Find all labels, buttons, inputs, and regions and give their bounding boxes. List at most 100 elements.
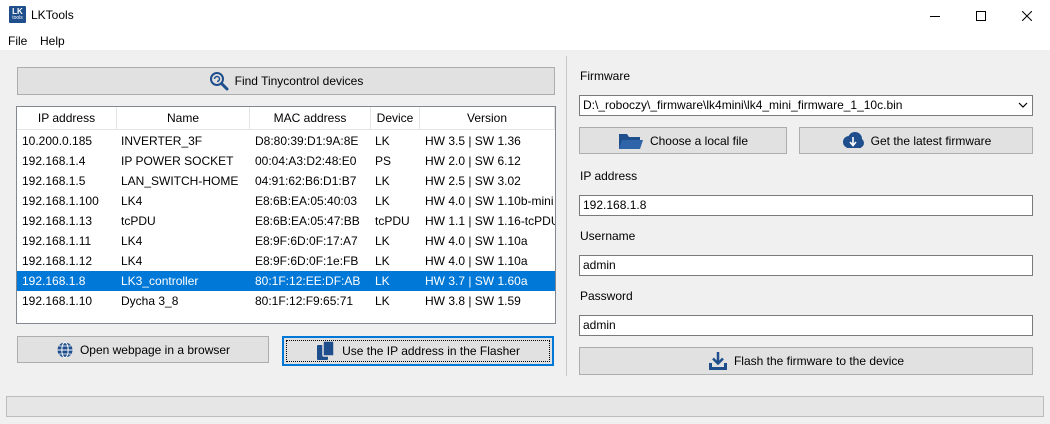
table-cell: 00:04:A3:D2:48:E0 <box>255 154 357 168</box>
close-button[interactable] <box>1004 0 1050 31</box>
table-cell: 04:91:62:B6:D1:B7 <box>255 174 357 188</box>
table-cell: HW 2.0 | SW 6.12 <box>425 154 521 168</box>
use-ip-button[interactable]: Use the IP address in the Flasher <box>282 336 554 366</box>
minimize-icon <box>930 15 940 17</box>
table-cell: LK3_controller <box>121 274 199 288</box>
username-input[interactable]: admin <box>579 255 1033 276</box>
table-row[interactable]: 192.168.1.8 LK3_controller 80:1F:12:EE:DF:… <box>17 271 555 291</box>
find-devices-button[interactable]: Find Tinycontrol devices <box>17 67 555 95</box>
username-label: Username <box>580 229 636 243</box>
table-cell: E8:9F:6D:0F:17:A7 <box>255 234 358 248</box>
menu-file[interactable]: File <box>8 34 27 48</box>
column-header[interactable]: Name <box>117 107 250 130</box>
table-cell: HW 4.0 | SW 1.10b-mini <box>425 194 554 208</box>
chevron-down-icon <box>1018 96 1028 121</box>
table-cell: 192.168.1.5 <box>22 174 86 188</box>
table-row[interactable]: 192.168.1.12 LK4 E8:9F:6D:0F:1e:FB LK HW 4.0… <box>17 251 555 271</box>
table-cell: HW 4.0 | SW 1.10a <box>425 234 528 248</box>
table-cell: tcPDU <box>121 214 156 228</box>
table-cell: LK <box>375 234 390 248</box>
table-cell: HW 4.0 | SW 1.10a <box>425 254 528 268</box>
app-logo-subtext: tools <box>12 15 23 21</box>
table-cell: PS <box>375 154 392 168</box>
table-cell: 10.200.0.185 <box>22 134 93 148</box>
column-header[interactable]: Version <box>420 107 555 130</box>
ip-address-value: 192.168.1.8 <box>583 198 647 212</box>
table-cell: 192.168.1.10 <box>22 294 93 308</box>
firmware-path-value: D:\_roboczy\_firmware\lk4mini\lk4_mini_f… <box>583 98 903 112</box>
table-cell: LK <box>375 274 390 288</box>
menu-bar: File Help <box>0 31 1050 50</box>
table-cell: LK4 <box>121 194 143 208</box>
flash-firmware-button[interactable]: Flash the firmware to the device <box>579 347 1033 375</box>
ip-address-input[interactable]: 192.168.1.8 <box>579 195 1033 216</box>
table-cell: HW 3.5 | SW 1.36 <box>425 134 521 148</box>
devices-table[interactable]: IP address Name MAC address Device Version 1… <box>16 106 556 324</box>
table-cell: 192.168.1.8 <box>22 274 86 288</box>
minimize-button[interactable] <box>912 0 958 31</box>
table-cell: 80:1F:12:EE:DF:AB <box>255 274 361 288</box>
column-header[interactable]: MAC address <box>250 107 371 130</box>
table-cell: E8:6B:EA:05:40:03 <box>255 194 358 208</box>
table-cell: D8:80:39:D1:9A:8E <box>255 134 359 148</box>
table-row[interactable]: 192.168.1.100 LK4 E8:6B:EA:05:40:03 LK HW 4.… <box>17 191 555 211</box>
magnifier-refresh-icon <box>209 72 229 91</box>
table-row[interactable]: 192.168.1.11 LK4 E8:9F:6D:0F:17:A7 LK HW 4.0… <box>17 231 555 251</box>
table-cell: E8:6B:EA:05:47:BB <box>255 214 360 228</box>
table-row[interactable]: 192.168.1.5 LAN_SWITCH-HOME 04:91:62:B6:D1… <box>17 171 555 191</box>
firmware-path-select[interactable]: D:\_roboczy\_firmware\lk4mini\lk4_mini_f… <box>579 95 1033 116</box>
table-cell: HW 3.7 | SW 1.60a <box>425 274 528 288</box>
column-header[interactable]: Device <box>371 107 420 130</box>
choose-file-label: Choose a local file <box>649 133 749 148</box>
table-cell: LK4 <box>121 234 143 248</box>
password-label: Password <box>580 289 633 303</box>
table-row[interactable]: 192.168.1.13 tcPDU E8:6B:EA:05:47:BB tcPDU H… <box>17 211 555 231</box>
open-browser-button[interactable]: Open webpage in a browser <box>17 336 269 363</box>
flash-firmware-label: Flash the firmware to the device <box>733 354 905 368</box>
latest-firmware-button[interactable]: Get the latest firmware <box>799 127 1033 154</box>
table-cell: LK4 <box>121 254 143 268</box>
open-browser-label: Open webpage in a browser <box>79 342 231 357</box>
table-cell: 192.168.1.100 <box>22 194 99 208</box>
table-cell: 192.168.1.4 <box>22 154 86 168</box>
table-cell: LK <box>375 174 390 188</box>
app-logo-icon: LK tools <box>9 6 26 23</box>
window-title: LKTools <box>31 8 74 22</box>
choose-file-button[interactable]: Choose a local file <box>579 127 787 154</box>
table-cell: 192.168.1.13 <box>22 214 93 228</box>
table-cell: 80:1F:12:F9:65:71 <box>255 294 354 308</box>
column-header[interactable]: IP address <box>17 107 117 130</box>
table-cell: LAN_SWITCH-HOME <box>121 174 239 188</box>
maximize-button[interactable] <box>958 0 1004 31</box>
menu-help[interactable]: Help <box>40 34 65 48</box>
table-cell: 192.168.1.11 <box>22 234 92 248</box>
table-cell: LK <box>375 194 390 208</box>
status-bar <box>6 396 1044 417</box>
cloud-download-icon <box>842 131 864 148</box>
title-bar: LK tools LKTools <box>0 0 1050 31</box>
table-cell: LK <box>375 254 390 268</box>
table-cell: HW 3.8 | SW 1.59 <box>425 294 521 308</box>
table-row[interactable]: 192.168.1.4 IP POWER SOCKET 00:04:A3:D2:48… <box>17 151 555 171</box>
password-value: admin <box>583 318 616 332</box>
table-cell: INVERTER_3F <box>121 134 203 148</box>
globe-icon <box>57 341 73 358</box>
use-ip-label: Use the IP address in the Flasher <box>342 344 520 358</box>
table-row[interactable]: 10.200.0.185 INVERTER_3F D8:80:39:D1:9A:8E… <box>17 131 555 151</box>
table-row[interactable]: 192.168.1.10 Dycha 3_8 80:1F:12:F9:65:71 LK… <box>17 291 555 311</box>
firmware-label: Firmware <box>580 69 630 83</box>
table-header: IP address Name MAC address Device Version <box>17 107 555 130</box>
username-value: admin <box>583 258 616 272</box>
folder-icon <box>618 133 643 149</box>
table-cell: 192.168.1.12 <box>22 254 93 268</box>
password-input[interactable]: admin <box>579 315 1033 336</box>
table-cell: LK <box>375 294 390 308</box>
table-cell: IP POWER SOCKET <box>121 154 234 168</box>
panel-divider <box>566 56 567 376</box>
download-tray-icon <box>708 352 727 370</box>
latest-firmware-label: Get the latest firmware <box>870 133 992 148</box>
ip-address-label: IP address <box>580 169 638 183</box>
table-cell: Dycha 3_8 <box>121 294 179 308</box>
maximize-icon <box>976 10 986 21</box>
copy-icon <box>317 340 335 360</box>
